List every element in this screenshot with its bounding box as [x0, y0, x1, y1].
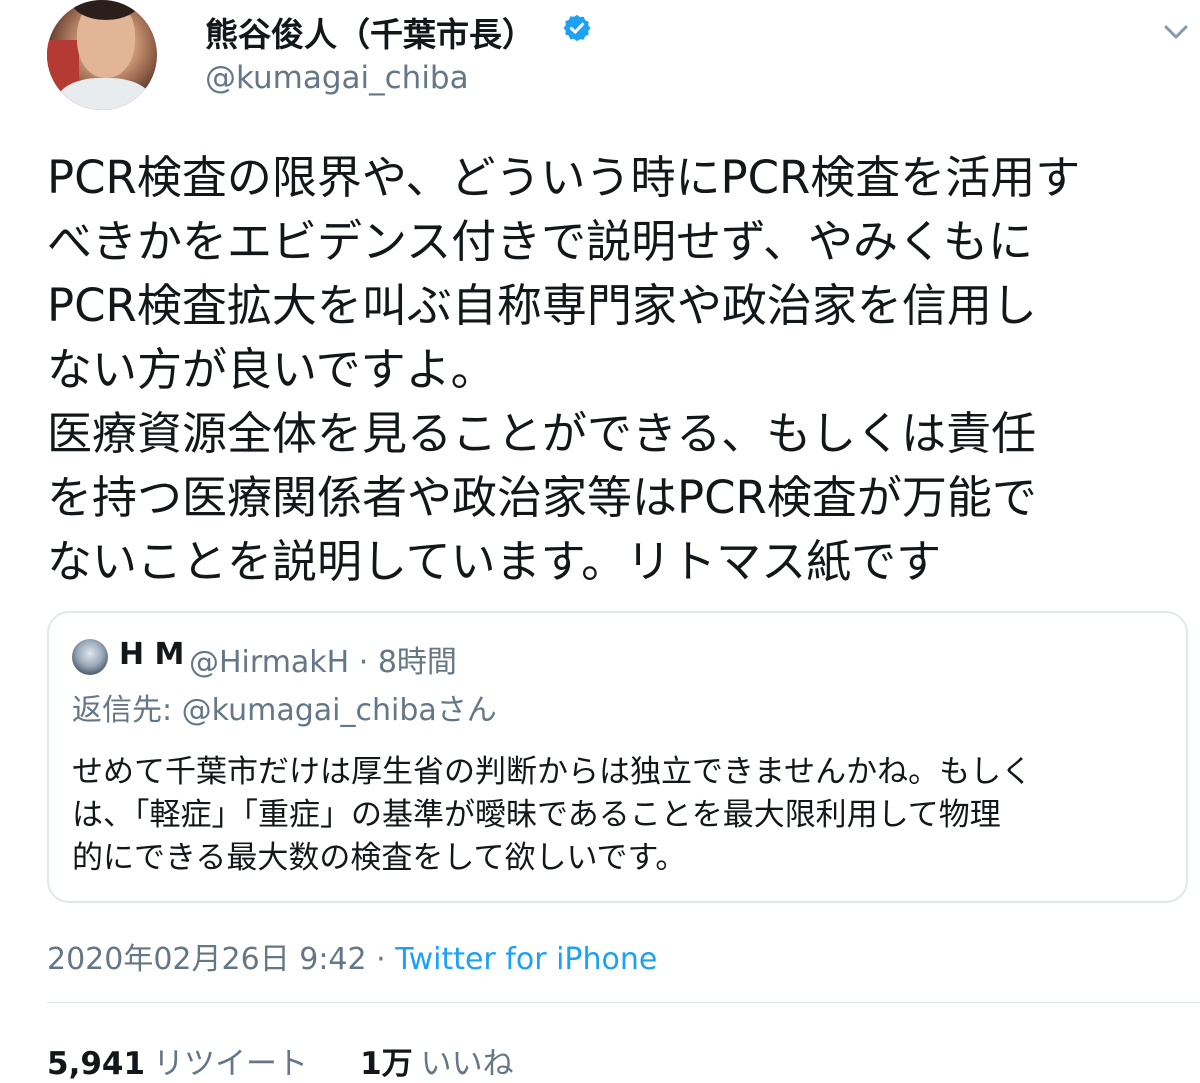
tweet-body: PCR検査の限界や、どういう時にPCR検査を活用す べきかをエビデンス付きで説明… [47, 151, 1081, 588]
quoted-author-meta: @HirmakH · 8時間 [189, 645, 457, 680]
stats-divider [47, 1002, 1200, 1003]
timestamp-separator: · [366, 942, 396, 977]
quoted-author-name[interactable]: H M [119, 637, 184, 672]
quoted-reply-to: 返信先: @kumagai_chibaさん [72, 693, 497, 728]
verified-badge-icon [563, 14, 591, 42]
avatar-shirt [57, 78, 152, 110]
retweets-stat[interactable]: 5,941 リツイート [47, 1046, 308, 1082]
likes-count: 1万 [360, 1046, 413, 1082]
likes-stat[interactable]: 1万 いいね [360, 1046, 514, 1082]
tweet-timestamp[interactable]: 2020年02月26日 9:42 [47, 942, 367, 977]
author-avatar[interactable] [47, 0, 157, 110]
tweet-timestamp-row: 2020年02月26日 9:42 · Twitter for iPhone [47, 934, 657, 978]
retweets-count: 5,941 [47, 1046, 146, 1082]
author-display-name[interactable]: 熊谷俊人（千葉市長） [205, 8, 535, 56]
tweet-source-link[interactable]: Twitter for iPhone [395, 942, 657, 977]
tweet-stats: 5,941 リツイート 1万 いいね [47, 1038, 514, 1083]
retweets-label: リツイート [153, 1046, 309, 1082]
quoted-author-avatar[interactable] [72, 639, 108, 675]
author-handle[interactable]: @kumagai_chiba [205, 60, 469, 96]
quoted-tweet-text: せめて千葉市だけは厚生省の判断からは独立できませんかね。もしく は、「軽症」「重… [72, 754, 1033, 876]
chevron-down-icon[interactable] [1162, 22, 1190, 42]
quoted-tweet-card[interactable]: H M @HirmakH · 8時間 返信先: @kumagai_chibaさん… [47, 611, 1188, 903]
likes-label: いいね [420, 1046, 514, 1082]
